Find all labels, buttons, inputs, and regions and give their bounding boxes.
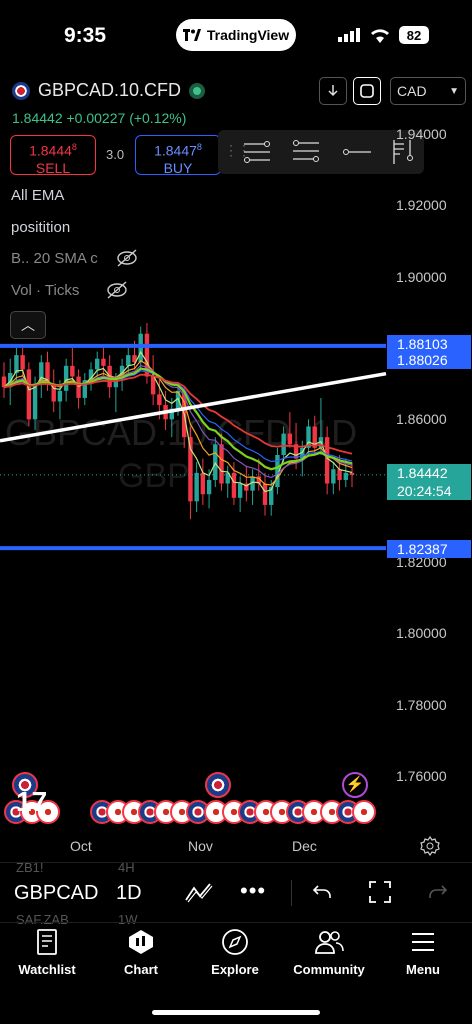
candle-body [76,376,81,398]
settings-gear-icon[interactable] [420,836,440,856]
tab-watchlist[interactable]: Watchlist [0,928,94,998]
y-tick-label: 1.94000 [396,126,447,142]
candle-body [26,369,32,420]
tradingview-watermark-logo: 17 [16,786,48,817]
candle-body [200,472,206,495]
app-pill-label: TradingView [206,27,290,43]
gbp-flag-icon [12,81,30,100]
ghost-interval-below: 1W [118,912,138,927]
candle-body [95,358,100,370]
candle-body [32,383,38,420]
y-tick-label: 1.90000 [396,268,447,285]
y-tick-label: 1.80000 [396,625,447,642]
redo-icon[interactable] [428,884,448,900]
y-tick-label: 1.86000 [396,411,447,428]
book-icon [37,929,57,955]
price-label: 1.82387 [387,540,471,559]
chart-icon [129,930,153,954]
candle-body [281,433,286,455]
candle-body [194,472,199,502]
ghost-symbol-below: SAF.ZAB [16,912,69,927]
event-markers [0,800,390,826]
ghost-symbol-above: ZB1! [16,860,44,875]
more-options-icon[interactable]: ••• [240,878,266,904]
candle-body [126,355,131,366]
y-tick-label: 1.76000 [396,768,447,784]
tradingview-pill[interactable]: TradingView [176,19,296,51]
y-tick-label: 1.92000 [396,197,447,214]
download-button[interactable] [319,77,347,105]
wifi-icon [371,29,389,43]
cellular-signal-icon [338,28,360,42]
ghost-interval-above: 4H [118,860,135,875]
tab-chart[interactable]: Chart [94,928,188,998]
price-label: 1.88026 [387,351,471,370]
candle-body [237,483,243,498]
candle-body [70,365,75,377]
candle-body [231,472,237,498]
tab-menu[interactable]: Menu [376,928,470,998]
tab-label: Community [293,962,365,977]
candle-body [101,358,106,366]
home-indicator [152,1010,320,1015]
price-label-value: 1.88026 [397,352,448,369]
arrow-down-icon [328,85,338,97]
candle-body [138,333,143,363]
chevron-down-icon: ▼ [449,85,459,97]
ca-event-icon[interactable] [352,800,376,824]
lightning-event-icon[interactable]: ⚡ [342,772,368,798]
price-label-value: 1.82387 [397,541,448,558]
fullscreen-toggle-button[interactable] [353,77,381,105]
status-bar: 9:35 TradingView 82 [0,0,472,70]
candle-body [337,469,342,480]
status-time: 9:35 [64,24,107,47]
tab-label: Chart [124,962,158,977]
uk-event-icon[interactable] [205,772,231,798]
tradingview-logo-icon [182,29,201,41]
candle-body [20,355,25,370]
events-row: ⚡ 17 [0,768,390,828]
candle-body [63,365,69,391]
x-tick-oct: Oct [70,838,92,854]
tab-explore[interactable]: Explore [188,928,282,998]
tab-label: Watchlist [18,962,76,977]
price-label: 1.84442 20:24:54 [387,463,471,500]
candle-body [324,437,330,484]
countdown-timer: 20:24:54 [397,482,452,499]
battery-icon: 82 [399,26,429,44]
symbol-header[interactable]: GBPCAD.10.CFD [12,80,206,101]
divider [0,922,472,923]
candle-body [206,479,212,495]
symbol-name: GBPCAD.10.CFD [38,80,182,100]
interval-picker[interactable]: 1D [116,882,142,905]
toolbar-divider [291,880,292,906]
currency-value: CAD [397,83,427,99]
fullscreen-icon[interactable] [368,880,392,904]
menu-icon [412,933,434,951]
compass-icon [222,929,248,955]
candle-body [57,390,63,402]
watermark-base: GBP [118,457,190,495]
candle-body [331,469,336,484]
indicators-icon[interactable] [184,882,214,904]
candle-body [219,444,224,484]
undo-icon[interactable] [312,884,332,900]
square-icon [360,84,374,98]
price-label-value: 1.84442 [397,464,448,481]
x-tick-dec: Dec [292,838,317,854]
symbol-picker[interactable]: GBPCAD [14,882,98,905]
candle-body [343,472,348,480]
divider [0,862,472,863]
candle-body [262,483,268,505]
candle-body [287,433,293,445]
x-tick-nov: Nov [188,838,213,854]
tab-label: Explore [211,962,259,977]
people-icon [315,931,344,954]
candle-body [157,394,162,406]
y-tick-label: 1.78000 [396,696,447,713]
currency-select[interactable]: CAD ▼ [390,77,466,105]
tab-label: Menu [406,962,440,977]
tab-community[interactable]: Community [282,928,376,998]
market-open-icon [189,82,206,99]
